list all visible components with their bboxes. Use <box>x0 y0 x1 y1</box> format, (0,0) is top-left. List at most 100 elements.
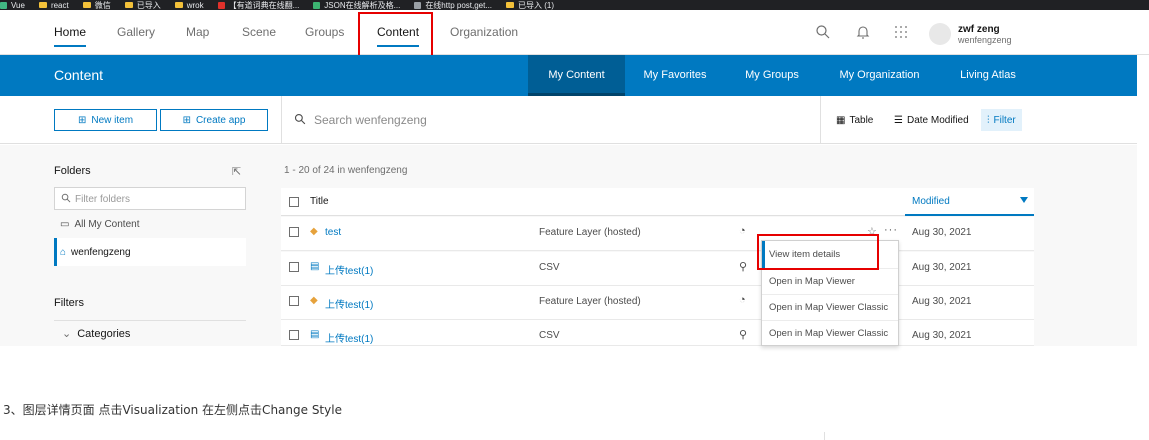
app-grid-icon: ⊞ <box>182 114 191 126</box>
tab-my-favorites[interactable]: My Favorites <box>631 55 719 96</box>
bookmark-json[interactable]: JSON在线解析及格... <box>313 0 400 10</box>
item-type: CSV <box>539 330 560 341</box>
folder-icon <box>38 2 47 8</box>
column-title[interactable]: Title <box>310 196 329 207</box>
bookmark-youdao[interactable]: 【有道词典在线翻... <box>217 0 299 10</box>
search-icon <box>61 193 71 203</box>
search-input[interactable] <box>314 110 794 130</box>
highlight-box-content <box>358 12 433 61</box>
nav-organization[interactable]: Organization <box>450 10 518 55</box>
nav-groups[interactable]: Groups <box>305 10 344 55</box>
avatar[interactable] <box>929 23 951 45</box>
bookmark-imported-1[interactable]: 已导入 (1) <box>506 0 554 10</box>
nav-gallery[interactable]: Gallery <box>117 10 155 55</box>
tab-my-organization[interactable]: My Organization <box>828 55 931 96</box>
filters-title: Filters <box>54 297 84 309</box>
sharing-public-icon: ◔ <box>739 294 746 306</box>
folder-wenfengzeng[interactable]: ⌂ wenfengzeng <box>54 238 246 266</box>
add-folder-icon[interactable]: ⇱ <box>232 165 241 178</box>
vue-icon <box>0 1 7 9</box>
nav-scene[interactable]: Scene <box>242 10 276 55</box>
filter-folders-field <box>54 187 246 210</box>
folder-icon <box>506 2 515 8</box>
tab-living-atlas[interactable]: Living Atlas <box>950 55 1026 96</box>
menu-open-in-map-viewer-classic[interactable]: Open in Map Viewer Classic <box>762 295 898 321</box>
table-row[interactable]: ▤ 上传test(1) CSV ⚲ Aug 30, 2021 <box>281 320 1034 346</box>
item-modified: Aug 30, 2021 <box>912 296 972 307</box>
item-title-link[interactable]: 上传test(1) <box>325 296 373 311</box>
row-checkbox[interactable] <box>289 262 299 272</box>
youdao-icon <box>217 1 225 9</box>
csv-icon: ▤ <box>310 329 320 340</box>
create-app-button[interactable]: ⊞ Create app <box>160 109 268 131</box>
bookmark-http[interactable]: 在线http post,get... <box>414 0 492 10</box>
page-title: Content <box>54 67 104 83</box>
sort-descending-icon <box>1020 197 1028 203</box>
categories-toggle[interactable]: ⌄ Categories <box>54 320 246 346</box>
table-row[interactable]: ◆ test Feature Layer (hosted) ◔ ☆ ··· Au… <box>281 217 1034 251</box>
sharing-private-icon: ⚲ <box>739 261 748 273</box>
column-modified[interactable]: Modified <box>905 188 1034 216</box>
search-icon[interactable] <box>815 24 831 40</box>
folder-icon <box>124 2 133 8</box>
folder-all-my-content[interactable]: ▭ All My Content <box>54 210 246 238</box>
item-type: Feature Layer (hosted) <box>539 296 641 307</box>
nav-map[interactable]: Map <box>186 10 209 55</box>
http-icon <box>414 1 422 9</box>
json-icon <box>313 1 321 9</box>
row-checkbox[interactable] <box>289 227 299 237</box>
feature-layer-icon: ◆ <box>310 295 318 306</box>
bookmark-wrok[interactable]: wrok <box>174 1 204 10</box>
select-all-checkbox[interactable] <box>289 197 299 207</box>
table-row[interactable]: ◆ 上传test(1) Feature Layer (hosted) ◔ Aug… <box>281 286 1034 320</box>
new-item-button[interactable]: ⊞ New item <box>54 109 157 131</box>
bookmark-imported[interactable]: 已导入 <box>124 0 161 10</box>
item-title-link[interactable]: test <box>325 227 341 238</box>
plus-box-icon: ⊞ <box>77 114 87 126</box>
filter-sliders-icon: ⫶ <box>987 114 990 126</box>
menu-open-in-map-viewer[interactable]: Open in Map Viewer <box>762 269 898 295</box>
folder-icon: ▭ <box>60 218 70 230</box>
content-header: Content My Content My Favorites My Group… <box>0 55 1137 96</box>
results-count: 1 - 20 of 24 in wenfengzeng <box>284 165 408 176</box>
row-checkbox[interactable] <box>289 296 299 306</box>
bookmark-vue[interactable]: Vue <box>0 1 25 10</box>
home-icon: ⌂ <box>60 246 67 258</box>
search-icon <box>294 113 306 125</box>
tab-my-content[interactable]: My Content <box>528 55 625 96</box>
bookmarks-bar: Vue react 微信 已导入 wrok 【有道词典在线翻... JSON在线… <box>0 0 1149 10</box>
row-checkbox[interactable] <box>289 330 299 340</box>
item-title-link[interactable]: 上传test(1) <box>325 330 373 345</box>
table-view-button[interactable]: ▦ Table <box>836 109 873 131</box>
item-type: Feature Layer (hosted) <box>539 227 641 238</box>
folder-icon <box>82 2 91 8</box>
sharing-public-icon: ◔ <box>739 225 746 237</box>
item-modified: Aug 30, 2021 <box>912 227 972 238</box>
apps-grid-icon[interactable] <box>893 24 909 40</box>
csv-icon: ▤ <box>310 261 320 272</box>
more-options-icon[interactable]: ··· <box>884 224 898 236</box>
bookmark-wechat[interactable]: 微信 <box>82 0 111 10</box>
user-name: zwf zeng <box>958 24 1000 35</box>
filter-folders-input[interactable] <box>75 191 240 207</box>
divider <box>824 432 825 440</box>
item-modified: Aug 30, 2021 <box>912 330 972 341</box>
menu-open-in-map-viewer-classic-2[interactable]: Open in Map Viewer Classic <box>762 321 898 345</box>
sort-icon: ☰ <box>894 114 903 126</box>
nav-home[interactable]: Home <box>54 10 87 55</box>
table-row[interactable]: ▤ 上传test(1) CSV ⚲ Aug 30, 2021 <box>281 252 1034 286</box>
feature-layer-icon: ◆ <box>310 226 318 237</box>
folders-title: Folders <box>54 165 91 177</box>
item-modified: Aug 30, 2021 <box>912 262 972 273</box>
bookmark-react[interactable]: react <box>38 1 69 10</box>
item-type: CSV <box>539 262 560 273</box>
sort-date-modified-button[interactable]: ☰ Date Modified <box>894 109 969 131</box>
table-icon: ▦ <box>836 114 846 126</box>
folder-icon <box>174 2 183 8</box>
item-title-link[interactable]: 上传test(1) <box>325 262 373 277</box>
chevron-down-icon: ⌄ <box>62 328 72 340</box>
filter-toggle-button[interactable]: ⫶ Filter <box>981 109 1022 131</box>
tab-my-groups[interactable]: My Groups <box>734 55 810 96</box>
bell-icon[interactable] <box>855 24 871 40</box>
table-header: Title Modified <box>281 188 1034 216</box>
